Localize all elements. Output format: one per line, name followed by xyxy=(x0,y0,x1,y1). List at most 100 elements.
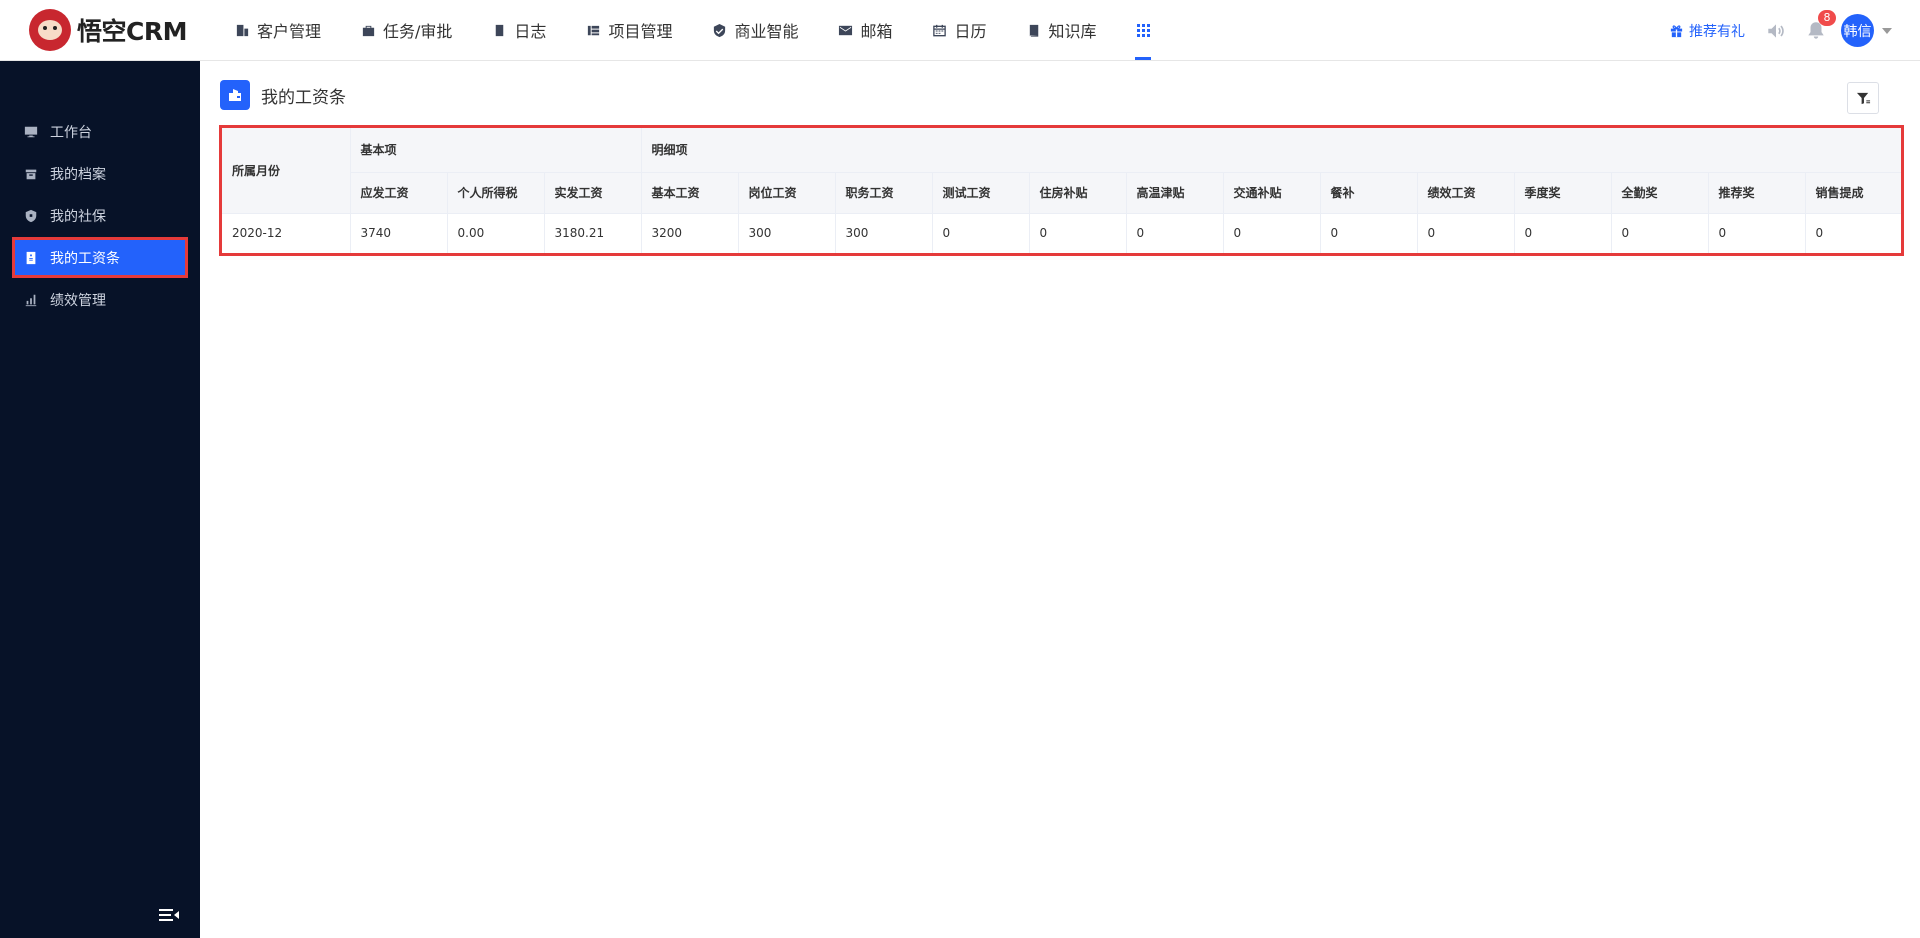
column-header: 住房补贴 xyxy=(1029,172,1127,214)
table-cell: 300 xyxy=(738,213,836,253)
bar-chart-icon xyxy=(25,294,37,306)
notification-badge: 8 xyxy=(1818,9,1836,26)
sidebar-item-workbench[interactable]: 工作台 xyxy=(12,111,188,152)
nav-item-mail[interactable]: 邮箱 xyxy=(818,0,912,60)
sidebar-item-archive[interactable]: 我的档案 xyxy=(12,153,188,194)
nav-label: 知识库 xyxy=(1048,22,1097,41)
gift-label: 推荐有礼 xyxy=(1689,23,1745,40)
sidebar-item-label: 我的社保 xyxy=(50,208,106,225)
monitor-icon xyxy=(24,126,38,137)
wallet-icon xyxy=(220,80,250,110)
brand-logo[interactable]: 悟空CRM xyxy=(0,0,200,60)
sidebar-item-performance[interactable]: 绩效管理 xyxy=(12,279,188,320)
sidebar-item-payslip[interactable]: 我的工资条 xyxy=(12,237,188,278)
gift-link[interactable]: 推荐有礼 xyxy=(1669,21,1745,41)
column-header: 应发工资 xyxy=(350,172,448,214)
column-header: 实发工资 xyxy=(544,172,642,214)
column-header-month: 所属月份 xyxy=(222,128,351,214)
top-header: 悟空CRM 客户管理 任务/审批 日志 项目管理 商业智能 邮箱 日历 知识库 … xyxy=(0,0,1920,61)
nav-label: 日志 xyxy=(514,22,547,41)
column-header: 交通补贴 xyxy=(1223,172,1321,214)
nav-label: 日历 xyxy=(954,22,987,41)
brand-name: 悟空CRM xyxy=(77,17,187,46)
payslip-icon xyxy=(26,251,36,264)
table-cell: 0 xyxy=(1223,213,1321,253)
filter-icon xyxy=(1856,92,1870,104)
column-header: 推荐奖 xyxy=(1708,172,1806,214)
nav-label: 任务/审批 xyxy=(383,22,453,41)
grid-apps-icon xyxy=(1136,23,1150,37)
table-cell: 300 xyxy=(835,213,933,253)
sidebar-item-label: 工作台 xyxy=(50,124,92,141)
table-cell: 0 xyxy=(1417,213,1515,253)
nav-item-project[interactable]: 项目管理 xyxy=(566,0,692,60)
table-cell: 0 xyxy=(1514,213,1612,253)
column-header: 绩效工资 xyxy=(1417,172,1515,214)
table-cell: 3740 xyxy=(350,213,448,253)
monkey-logo-icon xyxy=(29,9,71,51)
main-content: 我的工资条 所属月份 基本项 明细项 应发工资 个人所得税 实发工资 基本工资 … xyxy=(200,61,1920,938)
column-header: 餐补 xyxy=(1320,172,1418,214)
table-cell: 3200 xyxy=(641,213,739,253)
nav-label: 项目管理 xyxy=(608,22,673,41)
page-header: 我的工资条 xyxy=(220,80,346,110)
payslip-table-container: 所属月份 基本项 明细项 应发工资 个人所得税 实发工资 基本工资 岗位工资 职… xyxy=(219,125,1904,256)
nav-item-customer[interactable]: 客户管理 xyxy=(215,0,341,60)
column-header: 岗位工资 xyxy=(738,172,836,214)
column-header: 职务工资 xyxy=(835,172,933,214)
table-cell: 3180.21 xyxy=(544,213,642,253)
table-cell: 0 xyxy=(1126,213,1224,253)
shield-icon xyxy=(25,209,37,222)
calendar-icon xyxy=(933,24,947,36)
sidebar-item-label: 我的工资条 xyxy=(50,250,120,267)
page-title: 我的工资条 xyxy=(261,87,346,108)
group-header-detail: 明细项 xyxy=(641,128,1901,173)
nav-label: 客户管理 xyxy=(257,22,322,41)
nav-label: 商业智能 xyxy=(734,22,799,41)
table-row[interactable]: 2020-12 3740 0.00 3180.21 3200 300 300 0… xyxy=(222,213,1901,253)
book-icon xyxy=(1029,24,1038,37)
archive-icon xyxy=(25,169,37,179)
column-header: 个人所得税 xyxy=(447,172,545,214)
column-header: 季度奖 xyxy=(1514,172,1612,214)
nav-item-log[interactable]: 日志 xyxy=(472,0,566,60)
table-cell: 0.00 xyxy=(447,213,545,253)
nav-item-calendar[interactable]: 日历 xyxy=(912,0,1006,60)
notebook-icon xyxy=(496,24,504,36)
column-header: 基本工资 xyxy=(641,172,739,214)
sidebar-item-label: 我的档案 xyxy=(50,166,106,183)
gift-icon xyxy=(1670,25,1683,38)
payslip-table: 所属月份 基本项 明细项 应发工资 个人所得税 实发工资 基本工资 岗位工资 职… xyxy=(222,128,1901,253)
briefcase-icon xyxy=(362,25,375,36)
user-avatar[interactable]: 韩信 xyxy=(1841,14,1874,47)
sidebar: 工作台 我的档案 我的社保 我的工资条 绩效管理 xyxy=(0,61,200,938)
nav-item-task[interactable]: 任务/审批 xyxy=(341,0,472,60)
chevron-down-icon[interactable] xyxy=(1882,27,1892,34)
sidebar-item-label: 绩效管理 xyxy=(50,292,106,309)
nav-item-knowledge[interactable]: 知识库 xyxy=(1007,0,1117,60)
project-icon xyxy=(588,25,600,35)
sidebar-item-social-security[interactable]: 我的社保 xyxy=(12,195,188,236)
sidebar-menu: 工作台 我的档案 我的社保 我的工资条 绩效管理 xyxy=(0,61,200,320)
table-cell: 0 xyxy=(1815,226,1824,241)
building-icon xyxy=(236,24,249,36)
speaker-icon[interactable] xyxy=(1765,20,1787,42)
notification-button[interactable]: 8 xyxy=(1805,9,1836,42)
nav-label: 邮箱 xyxy=(860,22,893,41)
table-cell: 0 xyxy=(1029,213,1127,253)
shield-check-icon xyxy=(714,23,726,37)
filter-button[interactable] xyxy=(1847,82,1879,114)
nav-item-apps[interactable] xyxy=(1117,0,1170,60)
collapse-menu-icon[interactable] xyxy=(158,907,180,923)
group-header-basic: 基本项 xyxy=(350,128,642,173)
mail-icon xyxy=(839,25,853,35)
table-cell: 0 xyxy=(1320,213,1418,253)
header-right: 推荐有礼 8 韩信 xyxy=(1669,0,1920,61)
table-cell: 0 xyxy=(1708,213,1806,253)
column-header: 高温津贴 xyxy=(1126,172,1224,214)
table-cell: 0 xyxy=(932,213,1030,253)
main-nav: 客户管理 任务/审批 日志 项目管理 商业智能 邮箱 日历 知识库 xyxy=(215,0,1170,60)
nav-item-bi[interactable]: 商业智能 xyxy=(692,0,818,60)
column-header: 全勤奖 xyxy=(1611,172,1709,214)
column-header: 销售提成 xyxy=(1805,172,1901,214)
